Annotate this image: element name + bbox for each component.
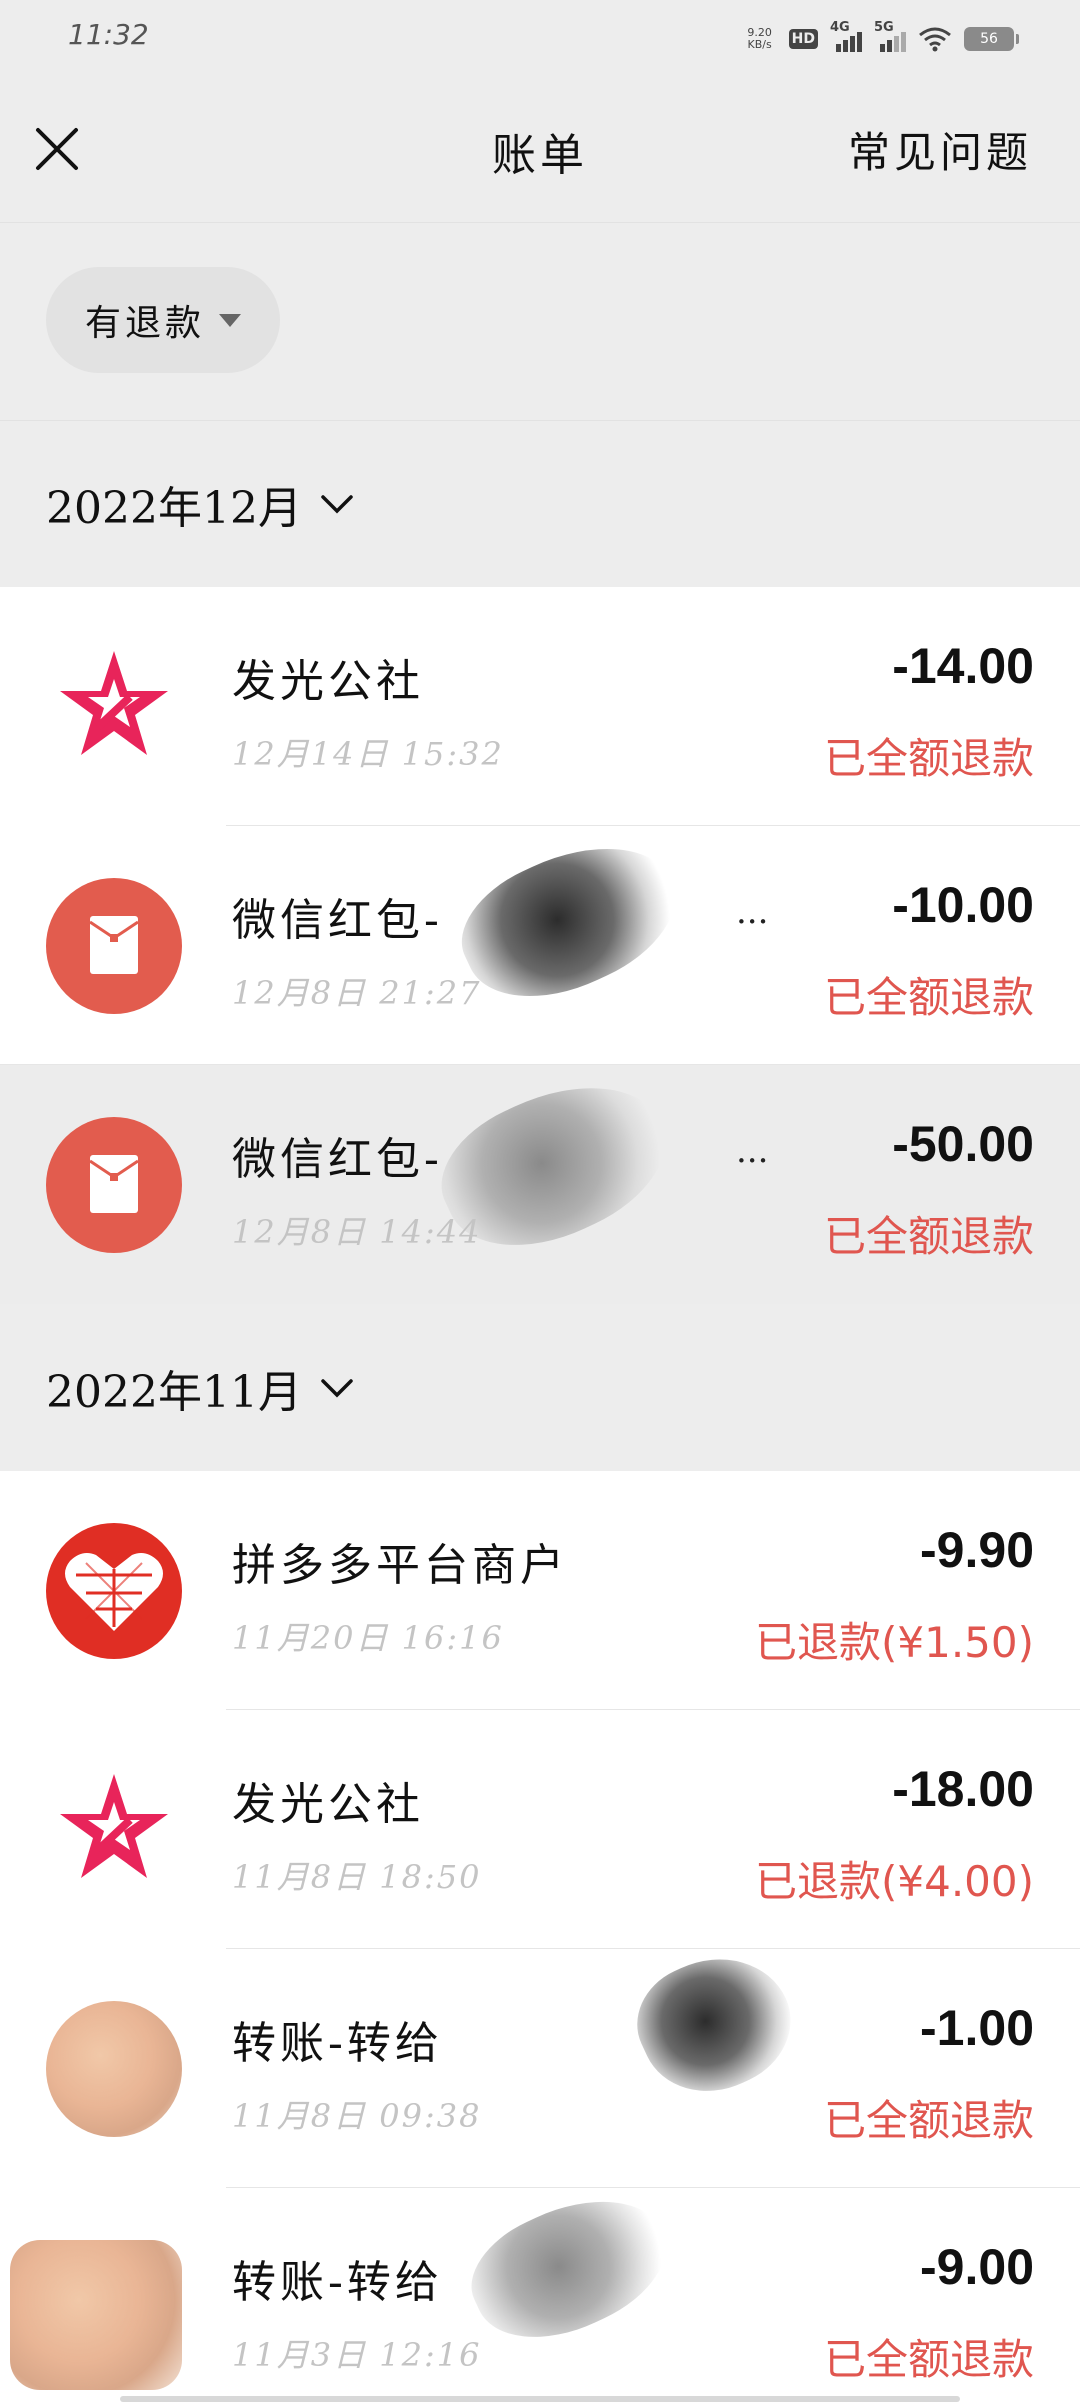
name-ellipsis: ...: [736, 1131, 769, 1171]
transaction-time: 11月8日 09:38: [232, 2097, 482, 2135]
bill-row[interactable]: 发光公社 11月8日 18:50 -18.00 已退款(¥4.00): [0, 1710, 1080, 1949]
pinduoduo-logo: [46, 1523, 182, 1659]
month-header-2022-12[interactable]: 2022年12月: [0, 421, 1080, 587]
bill-row[interactable]: 转账-转给 11月8日 09:38 -1.00 已全额退款: [0, 1933, 1080, 2188]
transaction-time: 11月8日 18:50: [232, 1858, 482, 1896]
refund-status: 已全额退款: [823, 2096, 1034, 2145]
bill-row[interactable]: 转账-转给 11月3日 12:16 -9.00 已全额退款: [0, 2171, 1080, 2408]
refund-filter-button[interactable]: 有退款: [46, 267, 280, 373]
transaction-amount: -14.00: [892, 638, 1034, 694]
merchant-name: 发光公社: [232, 656, 424, 707]
user-avatar: [10, 2240, 182, 2390]
faq-link[interactable]: 常见问题: [848, 119, 1032, 180]
merchant-name: 拼多多平台商户: [232, 1540, 568, 1591]
bill-row[interactable]: 微信红包- ... 12月8日 21:27 -10.00 已全额退款: [0, 815, 1080, 1065]
bill-row[interactable]: 拼多多平台商户 11月20日 16:16 -9.90 已退款(¥1.50): [0, 1471, 1080, 1710]
transaction-amount: -9.90: [920, 1522, 1034, 1578]
transaction-time: 12月8日 21:27: [232, 974, 482, 1012]
star-logo: [46, 1762, 182, 1898]
transaction-time: 12月14日 15:32: [232, 735, 504, 773]
red-packet-icon: [46, 878, 182, 1014]
hd-icon: HD: [788, 29, 818, 49]
transaction-amount: -10.00: [892, 877, 1034, 933]
transaction-time: 11月3日 12:16: [232, 2336, 482, 2374]
merchant-name: 微信红包-: [232, 895, 443, 946]
triangle-down-icon: [219, 313, 241, 327]
status-icons: 9.20 KB/s HD 4G 5G 56: [743, 20, 1019, 56]
signal-4g-label: 4G: [830, 20, 850, 35]
signal-5g-icon: 5G: [874, 20, 906, 52]
filter-label: 有退款: [84, 303, 205, 344]
merchant-name: 转账-转给: [232, 2018, 443, 2069]
signal-4g-icon: 4G: [830, 20, 862, 52]
star-logo: [46, 639, 182, 775]
chevron-down-icon: [321, 1379, 353, 1398]
refund-status: 已退款(¥4.00): [754, 1857, 1034, 1906]
refund-status: 已全额退款: [823, 734, 1034, 783]
refund-status: 已退款(¥1.50): [754, 1618, 1034, 1667]
signal-5g-label: 5G: [874, 20, 894, 35]
month-label: 2022年11月: [46, 1367, 302, 1418]
redaction-smudge: [454, 2171, 686, 2365]
home-indicator: [120, 2396, 960, 2402]
bill-row[interactable]: 微信红包- ... 12月8日 14:44 -50.00 已全额退款: [0, 1052, 1080, 1304]
month-label: 2022年12月: [46, 483, 302, 534]
battery-icon: 56: [964, 27, 1019, 51]
status-bar: 11:32 9.20 KB/s HD 4G 5G 56: [0, 0, 1080, 75]
transaction-amount: -18.00: [892, 1761, 1034, 1817]
red-packet-icon: [46, 1117, 182, 1253]
chevron-down-icon: [321, 495, 353, 514]
status-time: 11:32: [68, 18, 149, 51]
transaction-amount: -9.00: [920, 2239, 1034, 2295]
network-speed-unit: KB/s: [747, 38, 772, 51]
merchant-name: 发光公社: [232, 1779, 424, 1830]
bill-row[interactable]: 发光公社 12月14日 15:32 -14.00 已全额退款: [0, 587, 1080, 826]
merchant-name: 微信红包-: [232, 1134, 443, 1185]
transaction-time: 11月20日 16:16: [232, 1619, 504, 1657]
month-header-2022-11[interactable]: 2022年11月: [0, 1305, 1080, 1471]
refund-status: 已全额退款: [823, 973, 1034, 1022]
merchant-name: 转账-转给: [232, 2257, 443, 2308]
user-avatar: [46, 2001, 182, 2137]
wifi-icon: [919, 27, 951, 52]
filter-bar: 有退款: [0, 223, 1080, 421]
transaction-amount: -50.00: [892, 1116, 1034, 1172]
refund-status: 已全额退款: [823, 2335, 1034, 2384]
network-speed: 9.20 KB/s: [743, 27, 777, 51]
transaction-time: 12月8日 14:44: [232, 1213, 482, 1251]
transaction-amount: -1.00: [920, 2000, 1034, 2056]
header-bar: 账单 常见问题: [0, 75, 1080, 223]
refund-status: 已全额退款: [823, 1212, 1034, 1261]
name-ellipsis: ...: [736, 892, 769, 932]
redaction-smudge: [619, 1933, 811, 2115]
